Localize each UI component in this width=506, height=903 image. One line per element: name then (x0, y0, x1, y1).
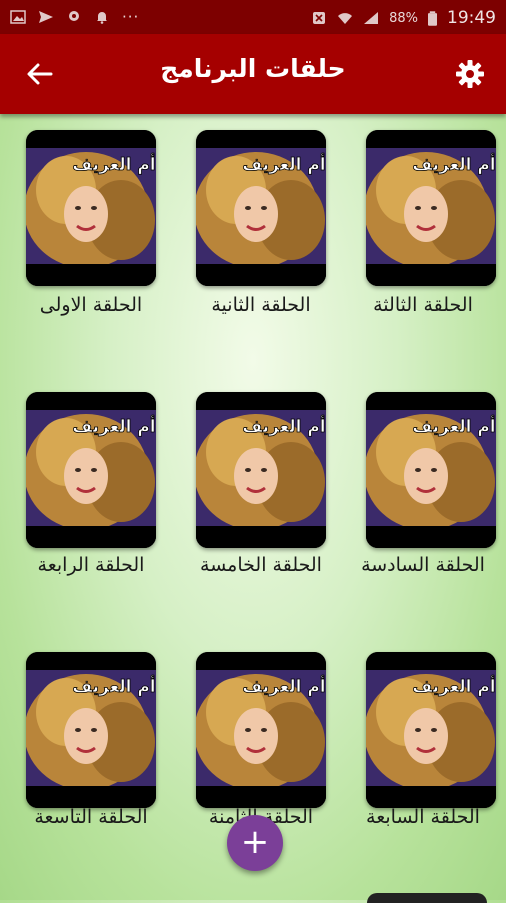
app-bar: حلقات البرنامج (0, 34, 506, 114)
page-title: حلقات البرنامج (160, 54, 346, 83)
episode-card[interactable]: أم العريف (189, 114, 339, 314)
alarm-icon (313, 12, 326, 24)
episode-card[interactable]: أم العريف (189, 376, 339, 576)
gear-icon[interactable] (454, 58, 486, 90)
system-icons: 88% 19:49 (311, 8, 496, 28)
bell-icon (97, 12, 107, 24)
episode-thumbnail[interactable]: أم العريف (366, 392, 496, 548)
episode-thumbnail[interactable]: أم العريف (26, 392, 156, 548)
image-icon (10, 10, 26, 24)
more-notifications-icon: ··· (122, 8, 140, 26)
episode-thumbnail[interactable]: أم العريف (366, 652, 496, 808)
thumbnail-caption: أم العريف (412, 675, 495, 697)
episode-label: الحلقة الخامسة (200, 554, 322, 576)
signal-icon (364, 12, 379, 24)
episode-label: الحلقة التاسعة (34, 806, 148, 828)
thumbnail-caption: أم العريف (412, 415, 495, 437)
thumbnail-caption: أم العريف (242, 675, 325, 697)
episode-thumbnail[interactable]: أم العريف (366, 130, 496, 286)
episode-label: الحلقة الاولى (39, 294, 143, 316)
battery-icon (428, 10, 437, 26)
episode-card[interactable]: أم العريف (359, 114, 506, 314)
thumbnail-caption: أم العريف (242, 153, 325, 175)
episode-thumbnail[interactable]: أم العريف (26, 130, 156, 286)
episode-card[interactable]: أم العريف (19, 114, 169, 314)
thumbnail-caption: أم العريف (72, 675, 155, 697)
episode-label: الحلقة الثانية (211, 294, 311, 316)
thumbnail-caption: أم العريف (242, 415, 325, 437)
status-time: 19:49 (447, 8, 496, 28)
episode-thumbnail[interactable]: أم العريف (196, 652, 326, 808)
episode-card[interactable]: أم العريف (19, 376, 169, 576)
episodes-grid: أم العريف الحلقة الثالثة أم العريف الحلق… (0, 114, 506, 900)
notification-icons: ··· (10, 8, 139, 26)
add-button[interactable]: + (227, 815, 283, 871)
location-icon (69, 11, 79, 21)
battery-percent: 88% (389, 10, 418, 26)
next-episode-thumbnail (367, 893, 487, 903)
thumbnail-caption: أم العريف (72, 153, 155, 175)
status-bar: ··· 88% 19:49 (0, 0, 506, 34)
episode-thumbnail[interactable]: أم العريف (196, 130, 326, 286)
thumbnail-caption: أم العريف (72, 415, 155, 437)
wifi-icon (338, 13, 353, 24)
episode-thumbnail[interactable]: أم العريف (196, 392, 326, 548)
episode-thumbnail[interactable]: أم العريف (26, 652, 156, 808)
send-icon (39, 11, 53, 23)
episode-card[interactable]: أم العريف (359, 376, 506, 576)
thumbnail-caption: أم العريف (412, 153, 495, 175)
episode-label: الحلقة الرابعة (37, 554, 145, 576)
